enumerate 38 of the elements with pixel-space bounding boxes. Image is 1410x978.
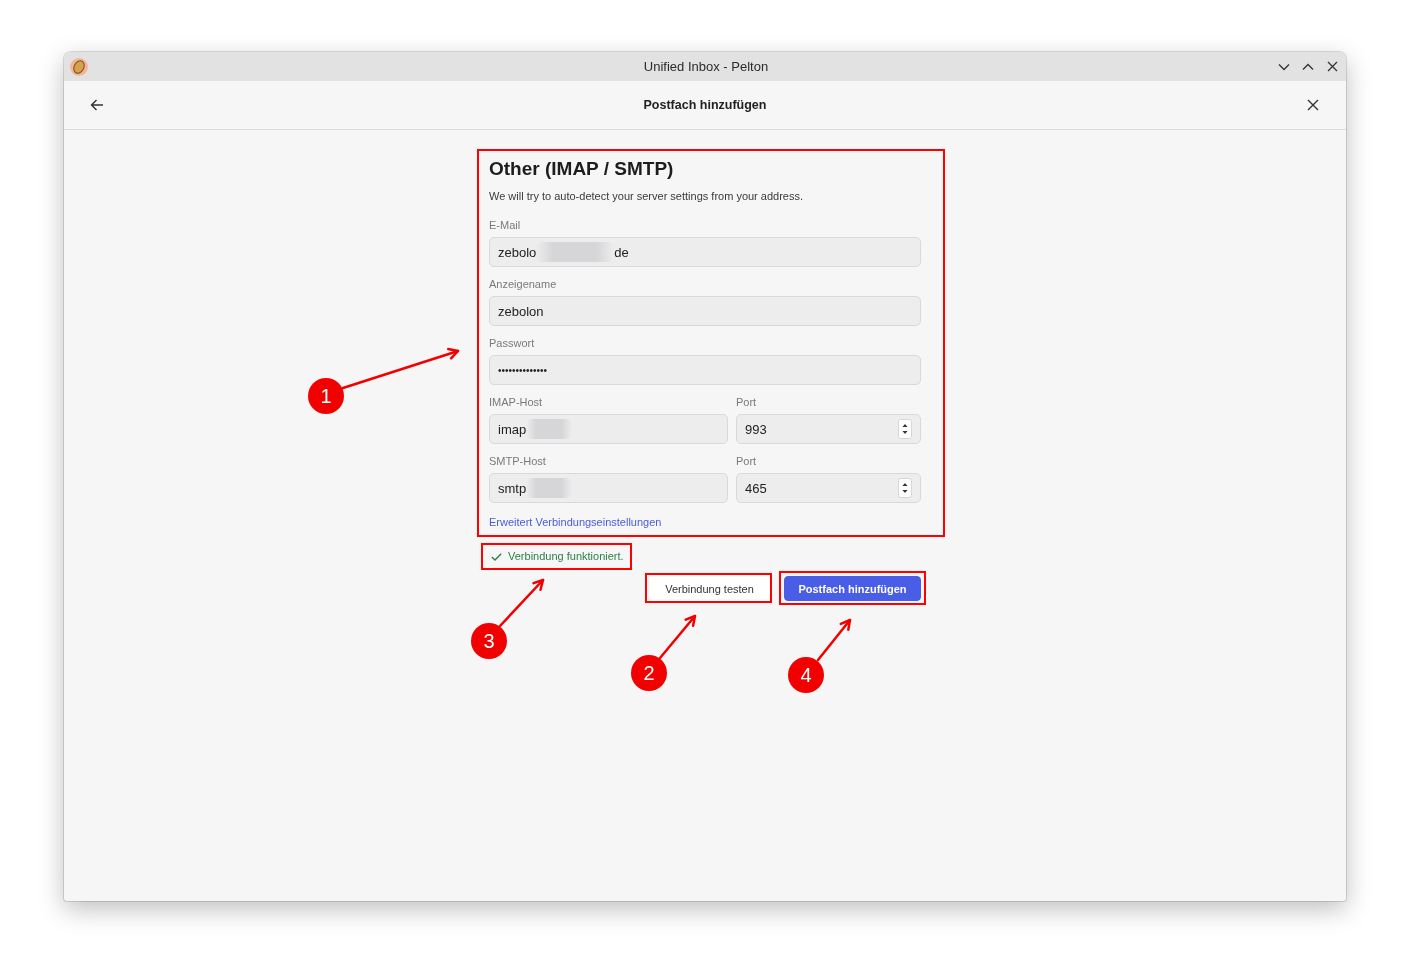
step-number-marker: 2: [631, 655, 667, 691]
status-message: Verbindung funktioniert.: [508, 549, 624, 564]
annotation-arrow: [498, 578, 545, 628]
form-description: We will try to auto-detect your server settings from your address.: [489, 189, 804, 203]
number-field[interactable]: 993: [736, 414, 921, 444]
spinner-icon: [898, 478, 912, 498]
field-label: Passwort: [489, 336, 535, 351]
window-title: Unified Inbox - Pelton: [643, 59, 769, 74]
text-field[interactable]: imap: [489, 414, 728, 444]
text-field[interactable]: smtp: [489, 473, 728, 503]
form-title: Other (IMAP / SMTP): [489, 157, 674, 181]
annotation-arrow: [816, 618, 852, 662]
text-field[interactable]: zebolo de: [489, 237, 921, 267]
spinner-icon: [898, 419, 912, 439]
field-label: Port: [736, 454, 757, 469]
checkmark-icon: [491, 552, 502, 561]
text-field[interactable]: zebolon: [489, 296, 921, 326]
back-arrow-icon: [90, 99, 104, 111]
password-field[interactable]: ••••••••••••••: [489, 355, 921, 385]
annotation-arrow: [658, 614, 697, 660]
chevron-up-icon: [1302, 62, 1314, 71]
close-icon: [1307, 99, 1319, 111]
secondary-button[interactable]: Verbindung testen: [649, 576, 770, 601]
number-field[interactable]: 465: [736, 473, 921, 503]
close-icon: [1326, 61, 1338, 72]
primary-button[interactable]: Postfach hinzufügen: [784, 576, 921, 601]
step-number-marker: 1: [308, 378, 344, 414]
app-icon: [70, 57, 88, 76]
field-label: Port: [736, 395, 757, 410]
step-number-marker: 3: [471, 623, 507, 659]
field-label: IMAP-Host: [489, 395, 543, 410]
chevron-down-icon: [1278, 62, 1290, 71]
advanced-settings-link[interactable]: Erweitert Verbindungseinstellungen: [489, 515, 662, 529]
field-label: Anzeigename: [489, 277, 557, 292]
step-number-marker: 4: [788, 657, 824, 693]
dialog-title: Postfach hinzufügen: [643, 98, 767, 112]
field-label: SMTP-Host: [489, 454, 546, 469]
field-label: E-Mail: [489, 218, 521, 233]
